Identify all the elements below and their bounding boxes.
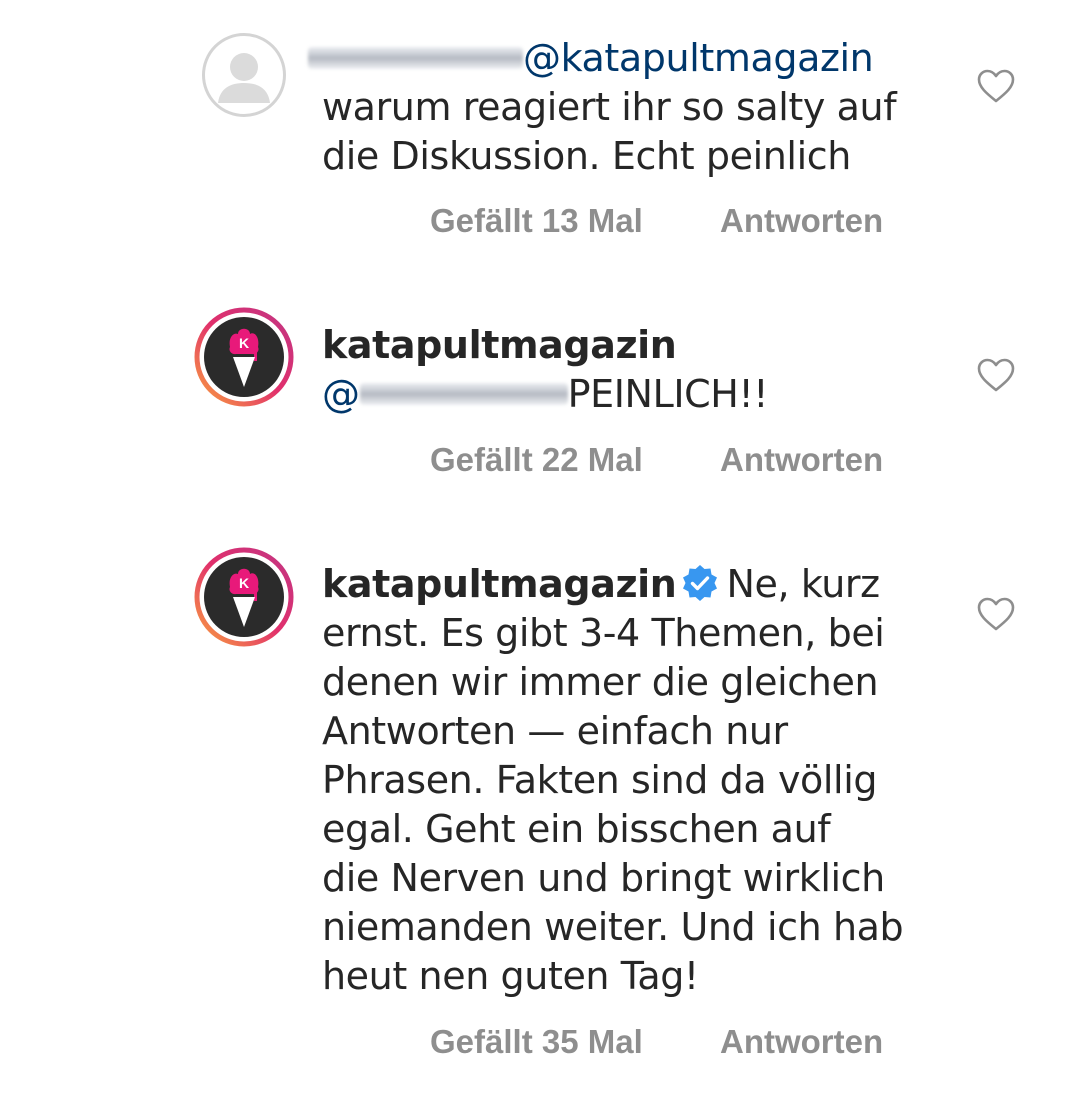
mention-link[interactable]: @: [322, 372, 360, 416]
katapult-logo-icon: K: [194, 547, 294, 647]
svg-text:K: K: [239, 575, 249, 591]
reply-button[interactable]: Antworten: [720, 202, 883, 240]
comment-text: katapultmagazin Ne, kurz ernst. Es gibt …: [322, 560, 912, 1001]
comment-text: katapultmagazin @ PEINLICH!!: [322, 321, 912, 419]
comment-text: @katapultmagazin warum reagiert ihr so s…: [308, 34, 912, 181]
comment-line: heut nen guten Tag!: [322, 954, 699, 998]
verified-badge-icon: [683, 564, 718, 601]
likes-count[interactable]: Gefällt 35 Mal: [430, 1023, 643, 1061]
katapult-logo-icon: K: [194, 307, 294, 407]
comment-line: warum reagiert ihr so salty auf: [322, 85, 897, 129]
comment-text-first: Ne, kurz: [726, 562, 880, 606]
heart-icon[interactable]: [976, 357, 1016, 393]
username[interactable]: katapultmagazin: [322, 562, 677, 606]
username[interactable]: katapultmagazin: [322, 321, 912, 370]
svg-text:K: K: [239, 335, 249, 351]
comment-text-body: PEINLICH!!: [567, 372, 769, 416]
comment-line: die Diskussion. Echt peinlich: [322, 134, 851, 178]
blurred-username: [308, 46, 523, 69]
comment-line: die Nerven und bringt wirklich: [322, 856, 885, 900]
comment-line: Antworten — einfach nur: [322, 709, 788, 753]
heart-icon[interactable]: [976, 68, 1016, 104]
avatar-katapultmagazin[interactable]: K: [194, 307, 294, 407]
reply-button[interactable]: Antworten: [720, 441, 883, 479]
comment-line: Phrasen. Fakten sind da völlig: [322, 758, 878, 802]
heart-icon[interactable]: [976, 596, 1016, 632]
likes-count[interactable]: Gefällt 13 Mal: [430, 202, 643, 240]
default-avatar-icon: [202, 33, 286, 117]
comment-line: ernst. Es gibt 3-4 Themen, bei: [322, 611, 885, 655]
blurred-username: [359, 382, 568, 405]
avatar-katapultmagazin[interactable]: K: [194, 547, 294, 647]
reply-button[interactable]: Antworten: [720, 1023, 883, 1061]
comment-line: egal. Geht ein bisschen auf: [322, 807, 831, 851]
comment-line: niemanden weiter. Und ich hab: [322, 905, 904, 949]
default-avatar[interactable]: [202, 33, 286, 117]
comment-line: denen wir immer die gleichen: [322, 660, 879, 704]
likes-count[interactable]: Gefällt 22 Mal: [430, 441, 643, 479]
mention-link[interactable]: @katapultmagazin: [523, 36, 874, 80]
